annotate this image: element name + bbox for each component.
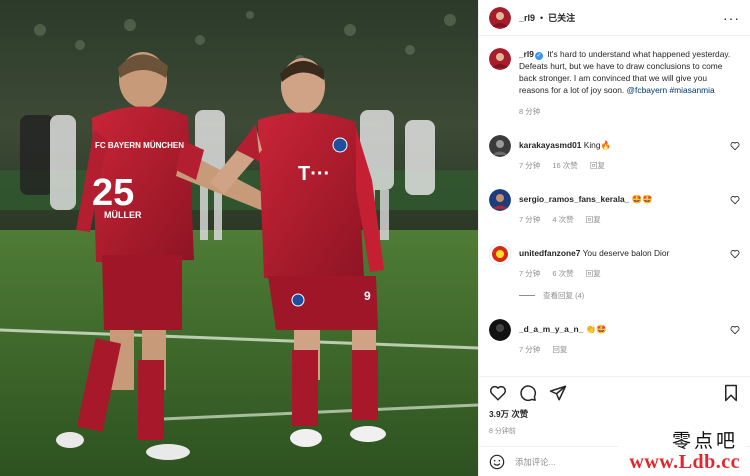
comment-username[interactable]: karakayasmd01	[519, 140, 581, 150]
emoji-icon[interactable]	[489, 454, 505, 470]
hashtag-link[interactable]: #miasanmia	[670, 85, 715, 95]
following-button[interactable]: 已关注	[548, 11, 575, 24]
action-bar	[479, 376, 750, 408]
jersey-name: MÜLLER	[104, 210, 142, 220]
comment-item: unitedfanzone7 You deserve balon Dior 7 …	[489, 243, 740, 279]
comment-text: 🤩🤩	[631, 194, 653, 204]
reply-button[interactable]: 回复	[552, 345, 567, 354]
reply-button[interactable]: 回复	[586, 269, 601, 278]
comment-username[interactable]: unitedfanzone7	[519, 248, 580, 258]
sponsor-logo: T···	[298, 163, 330, 185]
watermark-url: www.Ldb.cc	[629, 451, 740, 473]
view-replies-button[interactable]: 查看回复 (4)	[519, 290, 740, 301]
comment-text: 👏🤩	[585, 324, 607, 334]
comment-likes[interactable]: 6 次赞	[552, 269, 573, 278]
comment-time: 7 分钟	[519, 215, 541, 224]
comment-text: King🔥	[583, 140, 611, 150]
post-photo[interactable]: FC BAYERN MÜNCHEN 25 MÜLLER T··· 9	[0, 0, 478, 476]
avatar[interactable]	[489, 6, 511, 29]
jersey-club-text: FC BAYERN MÜNCHEN	[95, 141, 184, 150]
bookmark-icon[interactable]	[722, 384, 740, 402]
reply-button[interactable]: 回复	[590, 161, 605, 170]
players-photo: FC BAYERN MÜNCHEN 25 MÜLLER T··· 9	[0, 0, 478, 476]
avatar[interactable]	[489, 319, 511, 341]
comments-list[interactable]: _rl9 ✓ It's hard to understand what happe…	[479, 36, 750, 376]
comment-icon[interactable]	[519, 384, 537, 402]
site-watermark: 零点吧 www.Ldb.cc	[618, 424, 746, 474]
comment-time: 7 分钟	[519, 345, 541, 354]
comment-item: sergio_ramos_fans_kerala_ 🤩🤩 7 分钟 4 次赞 回…	[489, 189, 740, 225]
comment-username[interactable]: _d_a_m_y_a_n_	[519, 324, 583, 334]
more-options-icon[interactable]: ···	[723, 10, 740, 26]
like-comment-icon[interactable]	[730, 195, 740, 205]
shorts-number: 9	[364, 289, 371, 303]
reply-button[interactable]: 回复	[586, 215, 601, 224]
avatar[interactable]	[489, 243, 511, 265]
post-header: _rl9 • 已关注 ···	[479, 0, 750, 36]
share-icon[interactable]	[549, 384, 567, 402]
like-heart-icon[interactable]	[489, 384, 507, 402]
comment-text: You deserve balon Dior	[582, 248, 670, 258]
like-comment-icon[interactable]	[730, 141, 740, 151]
comment-likes[interactable]: 4 次赞	[552, 215, 573, 224]
likes-count[interactable]: 3.9万 次赞	[479, 408, 750, 420]
comment-input[interactable]: 添加评论...	[515, 456, 555, 468]
comment-username[interactable]: sergio_ramos_fans_kerala_	[519, 194, 629, 204]
watermark-title: 零点吧	[671, 430, 738, 452]
caption-username[interactable]: _rl9	[519, 49, 534, 59]
comment-time: 7 分钟	[519, 269, 541, 278]
like-comment-icon[interactable]	[730, 325, 740, 335]
avatar[interactable]	[489, 189, 511, 211]
comment-time: 7 分钟	[519, 161, 541, 170]
avatar[interactable]	[489, 48, 511, 70]
instagram-post: FC BAYERN MÜNCHEN 25 MÜLLER T··· 9 _rl9 …	[0, 0, 750, 476]
like-comment-icon[interactable]	[730, 249, 740, 259]
comment-item: _d_a_m_y_a_n_ 👏🤩 7 分钟 回复	[489, 319, 740, 355]
comment-item: karakayasmd01 King🔥 7 分钟 16 次赞 回复	[489, 135, 740, 171]
comment-likes[interactable]: 16 次赞	[552, 161, 577, 170]
replies-divider	[519, 295, 535, 296]
caption: _rl9 ✓ It's hard to understand what happe…	[489, 48, 740, 117]
mention-link[interactable]: @fcbayern	[627, 85, 668, 95]
jersey-number: 25	[92, 172, 134, 214]
post-side-panel: _rl9 • 已关注 ··· _rl9 ✓ It's hard to unders…	[478, 0, 750, 476]
username[interactable]: _rl9	[519, 13, 535, 23]
verified-badge-icon: ✓	[534, 52, 543, 60]
caption-time: 8 分钟	[519, 107, 541, 116]
avatar[interactable]	[489, 135, 511, 157]
view-replies-label: 查看回复 (4)	[543, 291, 585, 300]
separator: •	[540, 12, 544, 23]
